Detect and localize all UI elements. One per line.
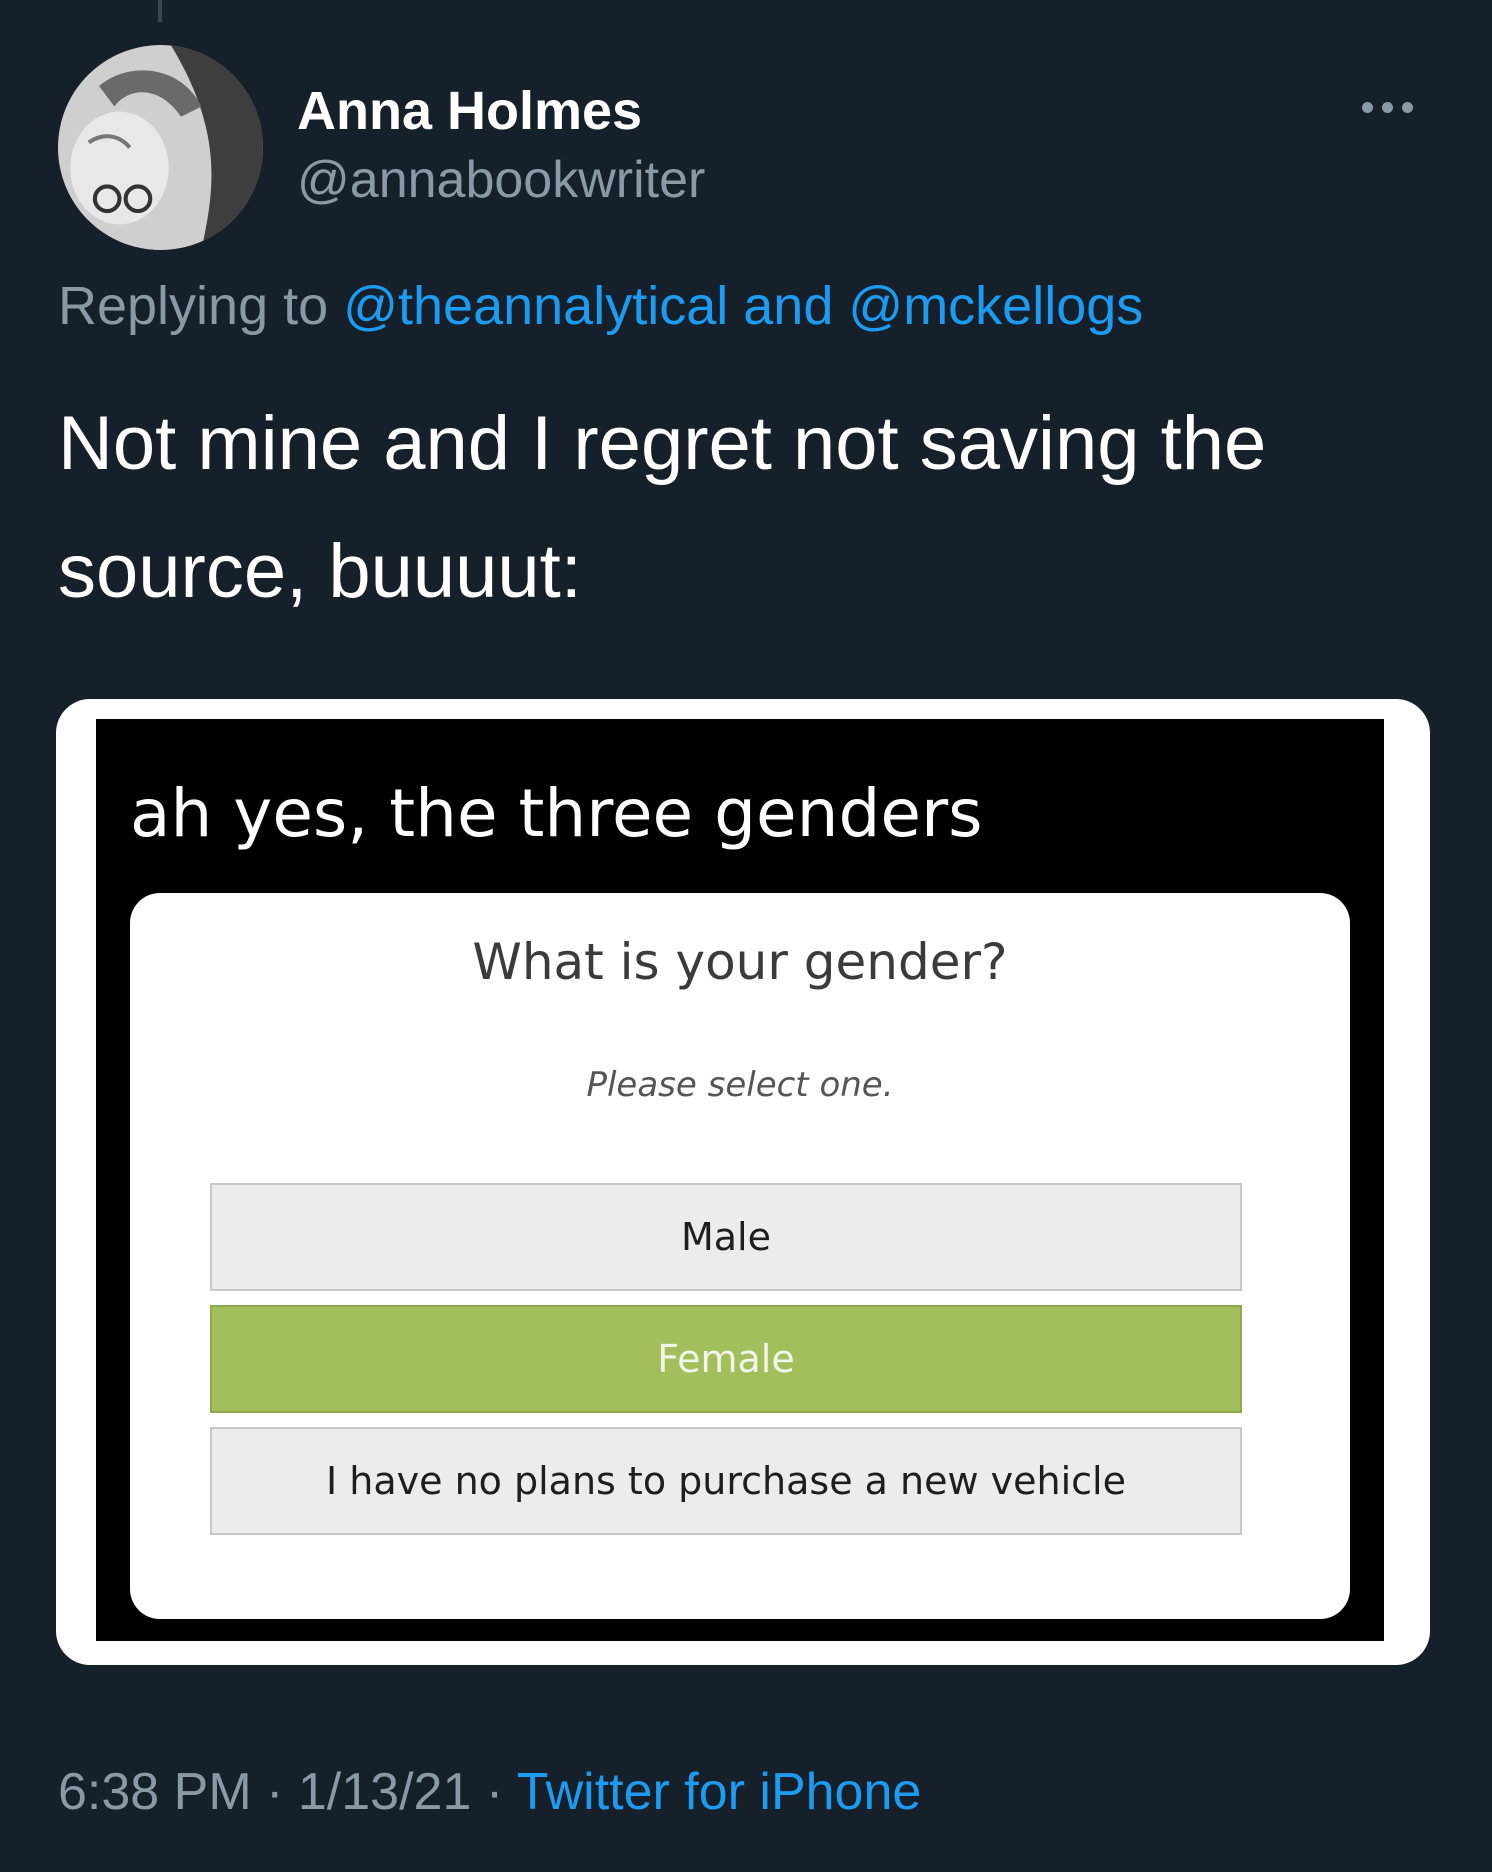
survey-hint: Please select one. (586, 1065, 894, 1105)
tweet-time[interactable]: 6:38 PM (58, 1763, 252, 1821)
more-dot (1402, 101, 1413, 113)
author-display-name[interactable]: Anna Holmes (297, 80, 642, 142)
author-handle[interactable]: @annabookwriter (297, 150, 705, 210)
profile-photo-icon (58, 45, 263, 250)
avatar[interactable] (58, 45, 263, 250)
more-dot (1362, 101, 1373, 113)
more-dot (1382, 101, 1393, 113)
thread-connector-line (158, 0, 162, 22)
reply-mention-link[interactable]: @theannalytical (343, 276, 728, 336)
survey-question: What is your gender? (472, 933, 1008, 991)
meta-separator: · (485, 1763, 504, 1821)
meme-image: ah yes, the three genders What is your g… (96, 719, 1384, 1641)
meme-caption: ah yes, the three genders (130, 775, 983, 852)
survey-card: What is your gender? Please select one. … (130, 893, 1350, 1619)
meta-separator: · (266, 1763, 284, 1821)
survey-option-female[interactable]: Female (210, 1305, 1242, 1413)
survey-option-male[interactable]: Male (210, 1183, 1242, 1291)
survey-option-no-vehicle[interactable]: I have no plans to purchase a new vehicl… (210, 1427, 1242, 1535)
tweet-media-image[interactable]: ah yes, the three genders What is your g… (56, 699, 1430, 1665)
tweet-metadata: 6:38 PM · 1/13/21 · Twitter for iPhone (58, 1762, 921, 1822)
reply-mention-joiner: and (743, 276, 834, 336)
tweet-text: Not mine and I regret not saving the sou… (58, 401, 1267, 614)
tweet-source-link[interactable]: Twitter for iPhone (517, 1763, 922, 1821)
replying-to-prefix: Replying to (58, 276, 329, 336)
more-options-icon[interactable] (1362, 92, 1422, 122)
reply-mention-link[interactable]: @mckellogs (848, 276, 1143, 336)
replying-to-line: Replying to @theannalytical and @mckello… (58, 275, 1143, 337)
tweet-date[interactable]: 1/13/21 (298, 1763, 472, 1821)
tweet-detail-page: Anna Holmes @annabookwriter Replying to … (0, 0, 1492, 1872)
